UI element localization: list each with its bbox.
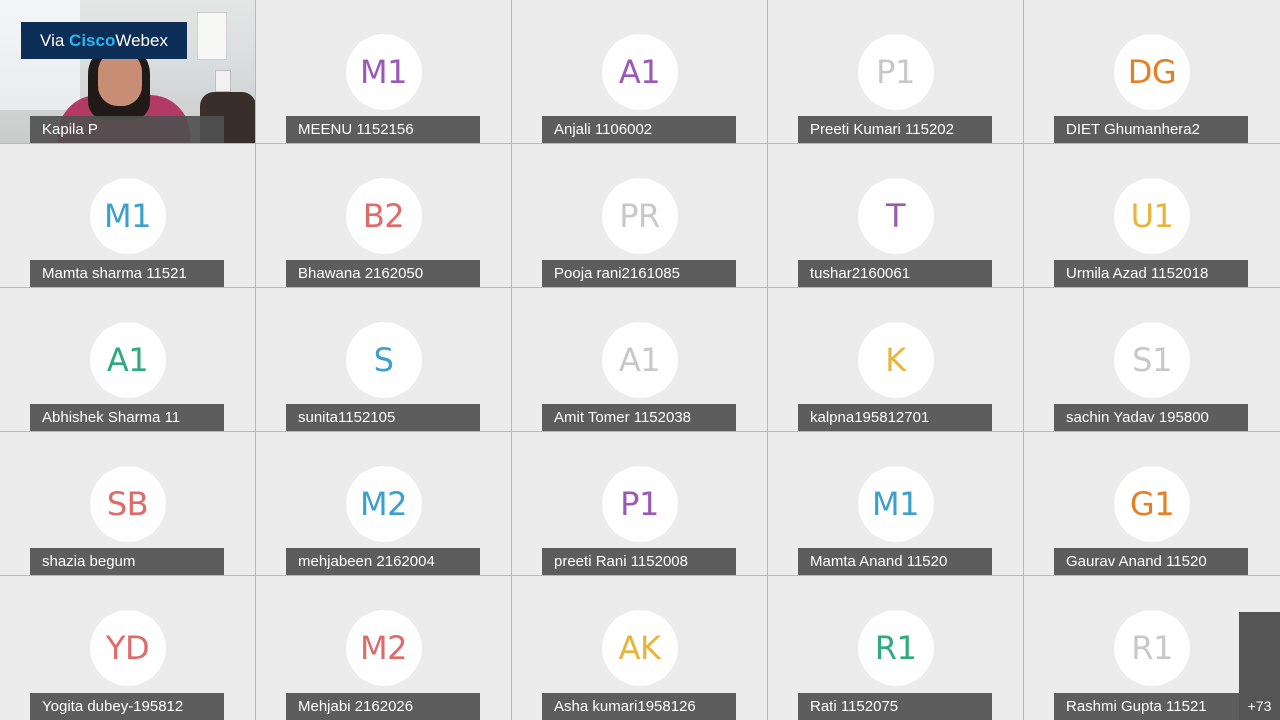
participant-avatar: M1 (857, 466, 934, 542)
participant-name: shazia begum (30, 548, 224, 575)
participant-tile[interactable]: SB shazia begum (0, 432, 255, 575)
participant-name: Yogita dubey-195812 (30, 693, 224, 720)
participant-name: sachin Yadav 195800 (1054, 404, 1248, 431)
participant-name: sunita1152105 (286, 404, 480, 431)
participant-tile[interactable]: DG DIET Ghumanhera2 (1024, 0, 1280, 143)
participant-name: kalpna195812701 (798, 404, 992, 431)
participant-tile[interactable]: G1 Gaurav Anand 11520 (1024, 432, 1280, 575)
video-wall-poster (197, 12, 227, 60)
participant-tile[interactable]: U1 Urmila Azad 1152018 (1024, 144, 1280, 287)
participant-avatar: B2 (345, 178, 422, 254)
participant-avatar: T (857, 178, 934, 254)
participant-avatar: M1 (89, 178, 166, 254)
badge-webex: Webex (115, 31, 168, 50)
participant-avatar: A1 (601, 34, 678, 110)
via-cisco-webex-badge: Via CiscoWebex (21, 22, 187, 59)
participant-grid: Via CiscoWebex Kapila P M1 MEENU 1152156 A… (0, 0, 1280, 720)
participant-tile[interactable]: R1 Rati 1152075 (768, 576, 1023, 720)
participant-tile[interactable]: M2 Mehjabi 2162026 (256, 576, 511, 720)
badge-cisco: Cisco (69, 31, 116, 50)
participant-tile[interactable]: Ssunita1152105 (256, 288, 511, 431)
participant-tile[interactable]: P1 preeti Rani 1152008 (512, 432, 767, 575)
participant-name: Rashmi Gupta 11521 (1054, 693, 1248, 720)
participant-tile[interactable]: PR Pooja rani2161085 (512, 144, 767, 287)
participant-name: Urmila Azad 1152018 (1054, 260, 1248, 287)
participant-tile[interactable]: A1 Anjali 1106002 (512, 0, 767, 143)
participant-tile[interactable]: S1 sachin Yadav 195800 (1024, 288, 1280, 431)
participant-name: preeti Rani 1152008 (542, 548, 736, 575)
participant-avatar: R1 (1114, 610, 1190, 686)
participant-name: Gaurav Anand 11520 (1054, 548, 1248, 575)
participant-tile[interactable]: M1 Mamta Anand 11520 (768, 432, 1023, 575)
participant-name: Abhishek Sharma 11 (30, 404, 224, 431)
participant-name: Mamta Anand 11520 (798, 548, 992, 575)
participant-name: tushar2160061 (798, 260, 992, 287)
participant-name: Preeti Kumari 115202 (798, 116, 992, 143)
participant-tile[interactable]: B2 Bhawana 2162050 (256, 144, 511, 287)
participant-name: DIET Ghumanhera2 (1054, 116, 1248, 143)
participant-tile[interactable]: Ttushar2160061 (768, 144, 1023, 287)
participant-tile[interactable]: A1 Amit Tomer 1152038 (512, 288, 767, 431)
participant-avatar: PR (601, 178, 678, 254)
participant-avatar: SB (89, 466, 166, 542)
participant-avatar: M1 (345, 34, 422, 110)
participant-tile[interactable]: A1 Abhishek Sharma 11 (0, 288, 255, 431)
participant-avatar: U1 (1114, 178, 1190, 254)
participant-name: Mehjabi 2162026 (286, 693, 480, 720)
participant-tile[interactable]: Kkalpna195812701 (768, 288, 1023, 431)
participant-avatar: M2 (345, 466, 422, 542)
more-participants-button[interactable]: +73 (1239, 612, 1280, 720)
participant-tile[interactable]: YD Yogita dubey-195812 (0, 576, 255, 720)
video-tile-kapila[interactable]: Via CiscoWebex Kapila P (0, 0, 255, 143)
participant-tile[interactable]: M2 mehjabeen 2162004 (256, 432, 511, 575)
participant-avatar: K (857, 322, 934, 398)
participant-tile[interactable]: AK Asha kumari1958126 (512, 576, 767, 720)
participant-avatar: A1 (89, 322, 166, 398)
participant-name: Kapila P (30, 116, 224, 143)
participant-avatar: M2 (345, 610, 422, 686)
participant-avatar: P1 (601, 466, 678, 542)
participant-tile[interactable]: P1 Preeti Kumari 115202 (768, 0, 1023, 143)
participant-avatar: G1 (1114, 466, 1190, 542)
participant-avatar: R1 (857, 610, 934, 686)
participant-name: MEENU 1152156 (286, 116, 480, 143)
participant-avatar: P1 (857, 34, 934, 110)
participant-name: Amit Tomer 1152038 (542, 404, 736, 431)
participant-name: Rati 1152075 (798, 693, 992, 720)
participant-name: Pooja rani2161085 (542, 260, 736, 287)
participant-tile[interactable]: M1 MEENU 1152156 (256, 0, 511, 143)
participant-avatar: S (345, 322, 422, 398)
video-wall-switch (215, 70, 231, 92)
participant-name: Bhawana 2162050 (286, 260, 480, 287)
participant-name: mehjabeen 2162004 (286, 548, 480, 575)
participant-avatar: YD (89, 610, 166, 686)
participant-avatar: A1 (601, 322, 678, 398)
participant-name: Mamta sharma 11521 (30, 260, 224, 287)
participant-avatar: S1 (1114, 322, 1190, 398)
participant-tile[interactable]: M1 Mamta sharma 11521 (0, 144, 255, 287)
participant-avatar: AK (601, 610, 678, 686)
participant-name: Anjali 1106002 (542, 116, 736, 143)
badge-via: Via (40, 31, 70, 50)
participant-avatar: DG (1114, 34, 1190, 110)
participant-name: Asha kumari1958126 (542, 693, 736, 720)
